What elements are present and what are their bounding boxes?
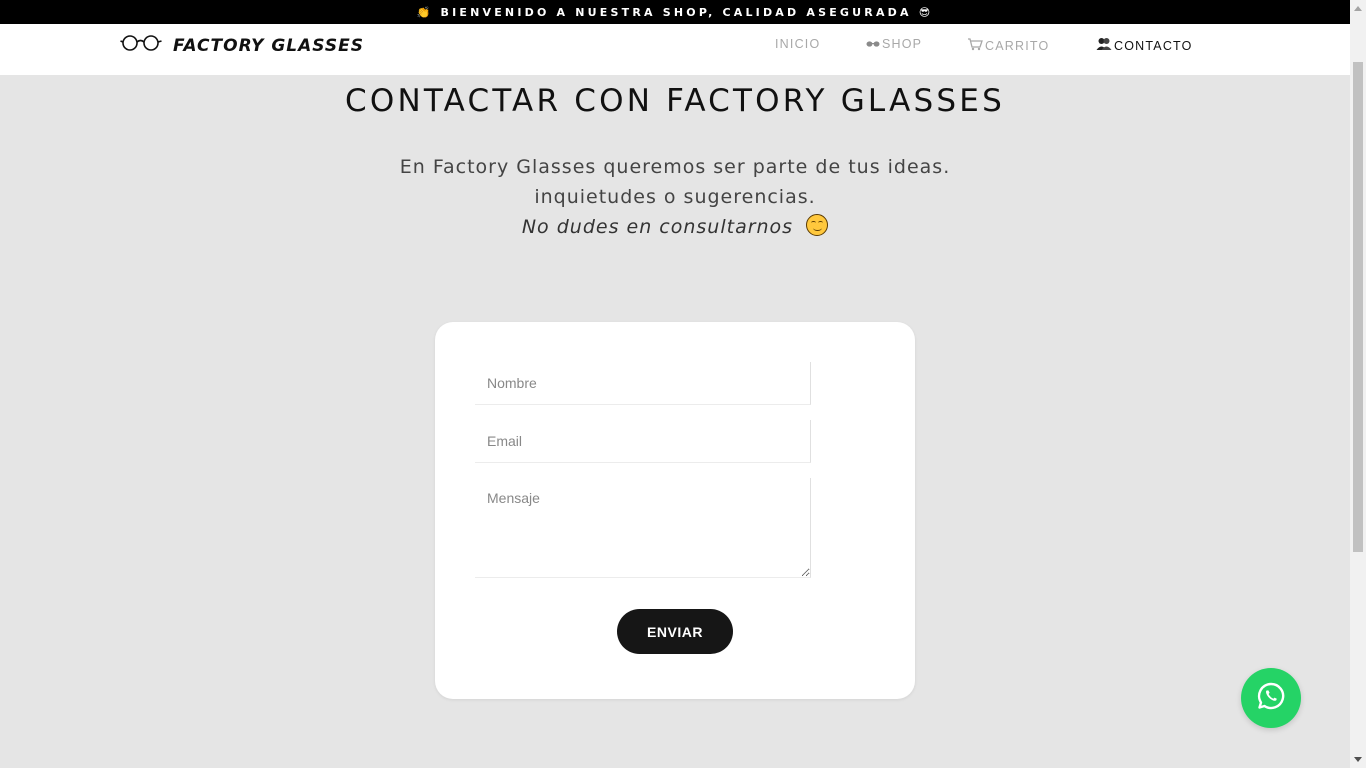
brand[interactable]: FACTORY GLASSES — [120, 33, 364, 58]
scrollbar-thumb[interactable] — [1353, 62, 1363, 552]
smiling-face-icon — [806, 214, 829, 236]
message-textarea[interactable] — [475, 478, 811, 578]
intro-line: En Factory Glasses queremos ser parte de… — [399, 156, 951, 178]
whatsapp-button[interactable] — [1241, 668, 1301, 728]
nav-link-label: CARRITO — [985, 38, 1050, 53]
nav-link-label: CONTACTO — [1114, 38, 1193, 53]
whatsapp-icon — [1256, 681, 1286, 716]
name-input[interactable] — [475, 362, 811, 405]
navbar: FACTORY GLASSES INICIO SHOP CARRITO CONT… — [0, 24, 1350, 75]
scroll-up-arrow-icon[interactable] — [1354, 6, 1362, 11]
intro-text: En Factory Glasses queremos ser parte de… — [0, 152, 1350, 242]
intro-cta: No dudes en consultarnos — [521, 216, 794, 238]
brand-name: FACTORY GLASSES — [173, 35, 365, 56]
scroll-down-arrow-icon[interactable] — [1354, 757, 1362, 762]
glasses-icon — [120, 33, 162, 58]
send-button[interactable]: ENVIAR — [617, 609, 733, 654]
intro-line-italic: No dudes en consultarnos — [0, 212, 1350, 242]
nav-link-label: SHOP — [882, 37, 923, 51]
announcement-bar: 👏 BIENVENIDO A NUESTRA SHOP, CALIDAD ASE… — [0, 0, 1350, 24]
page-scrollbar[interactable] — [1350, 0, 1366, 768]
email-input[interactable] — [475, 420, 811, 463]
nav-link-shop[interactable]: SHOP — [866, 37, 922, 51]
intro-line: inquietudes o sugerencias. — [534, 186, 816, 208]
contact-form: ENVIAR — [435, 322, 915, 699]
nav-link-contacto[interactable]: CONTACTO — [1096, 37, 1193, 54]
contact-icon — [1096, 37, 1114, 54]
page-title: CONTACTAR CON FACTORY GLASSES — [345, 83, 1005, 119]
cart-icon — [967, 37, 985, 54]
glasses-icon — [866, 37, 882, 51]
nav-link-carrito[interactable]: CARRITO — [967, 37, 1049, 54]
nav-link-label: INICIO — [775, 37, 821, 51]
nav-link-inicio[interactable]: INICIO — [775, 37, 820, 51]
